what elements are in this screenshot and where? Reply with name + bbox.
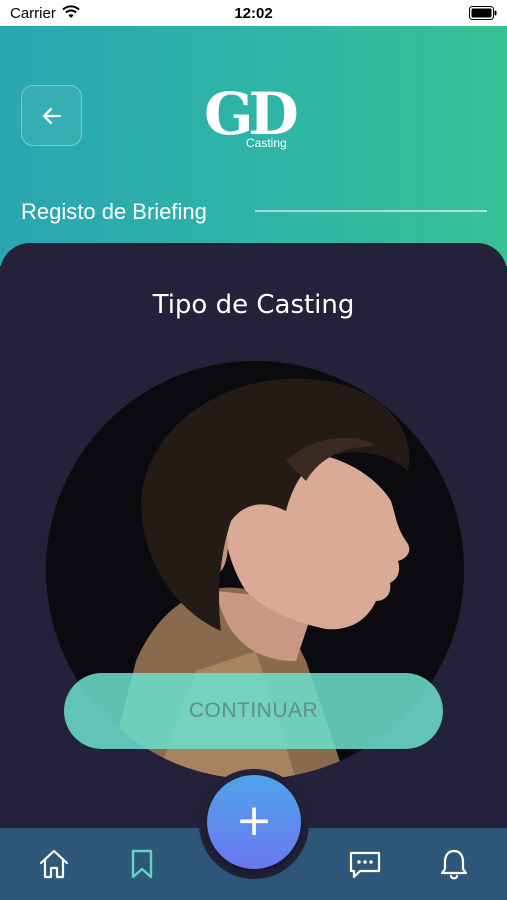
battery-icon [469,6,497,20]
chat-icon[interactable] [347,846,383,882]
status-bar: Carrier 12:02 [0,0,507,26]
plus-icon: + [235,795,273,846]
status-time: 12:02 [234,5,273,22]
section-title: Registo de Briefing [21,199,207,224]
bookmark-icon[interactable] [124,846,160,882]
add-button[interactable]: + [207,775,301,869]
home-icon[interactable] [36,846,72,882]
card-title: Tipo de Casting [152,290,355,320]
logo: GD Casting [198,82,308,152]
section-divider [255,210,487,212]
continue-button[interactable]: CONTINUAR [64,673,443,749]
bell-icon[interactable] [436,846,472,882]
back-button[interactable] [21,85,82,146]
main-card: Tipo de Casting [0,243,507,843]
arrow-left-icon [42,107,62,125]
logo-subtitle: Casting [246,136,287,150]
header: GD Casting Registo de Briefing [0,26,507,266]
